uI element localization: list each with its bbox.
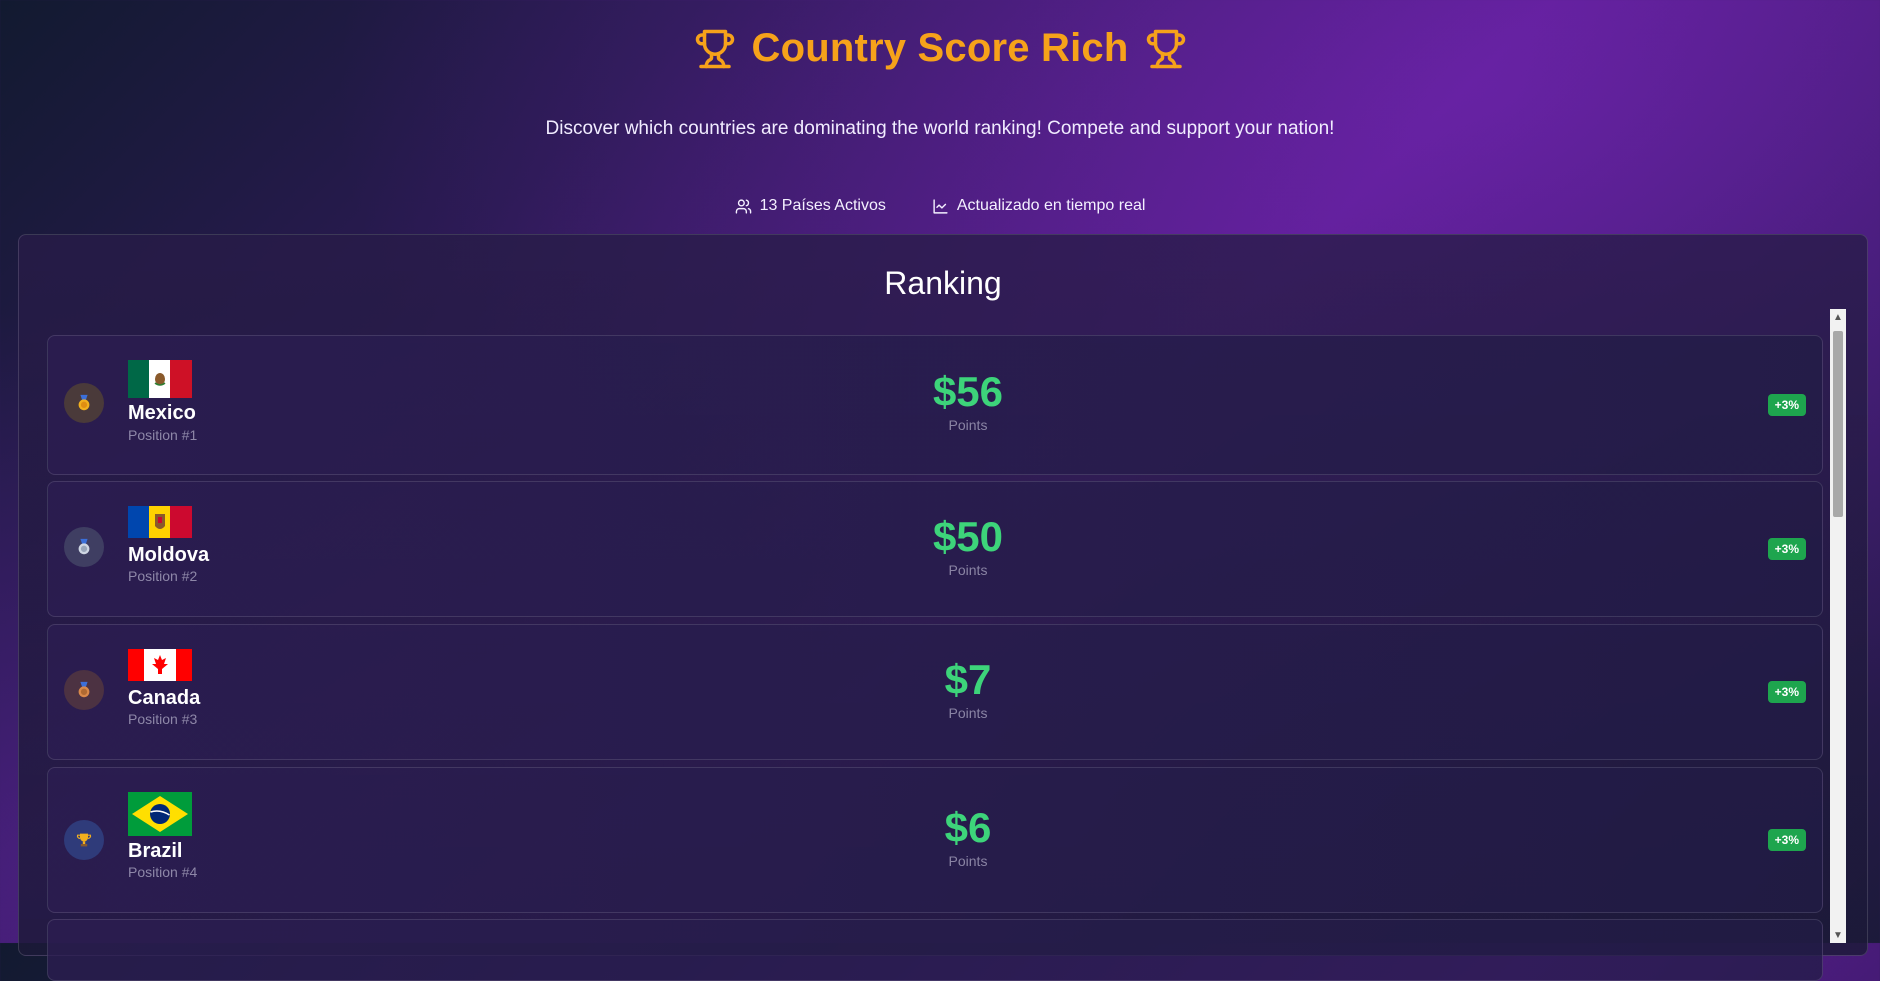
ranking-panel: Ranking Mexico Position #1 $56 Points +3…	[18, 234, 1868, 981]
change-badge: +3%	[1767, 681, 1806, 703]
country-score: $56	[932, 368, 1004, 415]
stats-bar: 13 Países Activos Actualizado en tiempo …	[0, 197, 1880, 215]
ranking-card[interactable]	[47, 919, 1823, 981]
scroll-down-arrow-icon[interactable]: ▼	[1830, 927, 1846, 943]
score-label: Points	[948, 562, 988, 578]
trend-chart-icon	[932, 198, 949, 215]
stat-label: 13 Países Activos	[759, 197, 886, 214]
ranking-title: Ranking	[884, 265, 1002, 301]
page-subtitle: Discover which countries are dominating …	[545, 118, 1335, 139]
score-label: Points	[948, 417, 988, 433]
change-badge: +3%	[1767, 538, 1806, 560]
country-score: $50	[932, 513, 1004, 560]
stat-label: Actualizado en tiempo real	[956, 197, 1146, 214]
scroll-up-arrow-icon[interactable]: ▲	[1830, 309, 1846, 325]
stat-realtime: Actualizado en tiempo real	[932, 197, 1146, 215]
title-row: Country Score Rich	[0, 26, 1880, 71]
score-label: Points	[948, 853, 988, 869]
score-label: Points	[948, 705, 988, 721]
trophy-icon	[1145, 28, 1187, 70]
ranking-scrollbar[interactable]: ▲ ▼	[1830, 309, 1846, 943]
trophy-icon	[694, 28, 736, 70]
ranking-card[interactable]: Moldova Position #2 $50 Points +3%	[47, 481, 1823, 617]
country-score: $6	[944, 804, 992, 851]
ranking-card[interactable]: Canada Position #3 $7 Points +3%	[47, 624, 1823, 760]
stat-active-countries: 13 Países Activos	[735, 197, 886, 215]
scroll-thumb[interactable]	[1833, 331, 1843, 517]
page-title: Country Score Rich	[751, 26, 1129, 70]
change-badge: +3%	[1767, 829, 1806, 851]
change-badge: +3%	[1767, 394, 1806, 416]
ranking-card[interactable]: Mexico Position #1 $56 Points +3%	[47, 335, 1823, 475]
users-icon	[735, 198, 752, 215]
ranking-card[interactable]: Brazil Position #4 $6 Points +3%	[47, 767, 1823, 913]
country-score: $7	[944, 656, 992, 703]
